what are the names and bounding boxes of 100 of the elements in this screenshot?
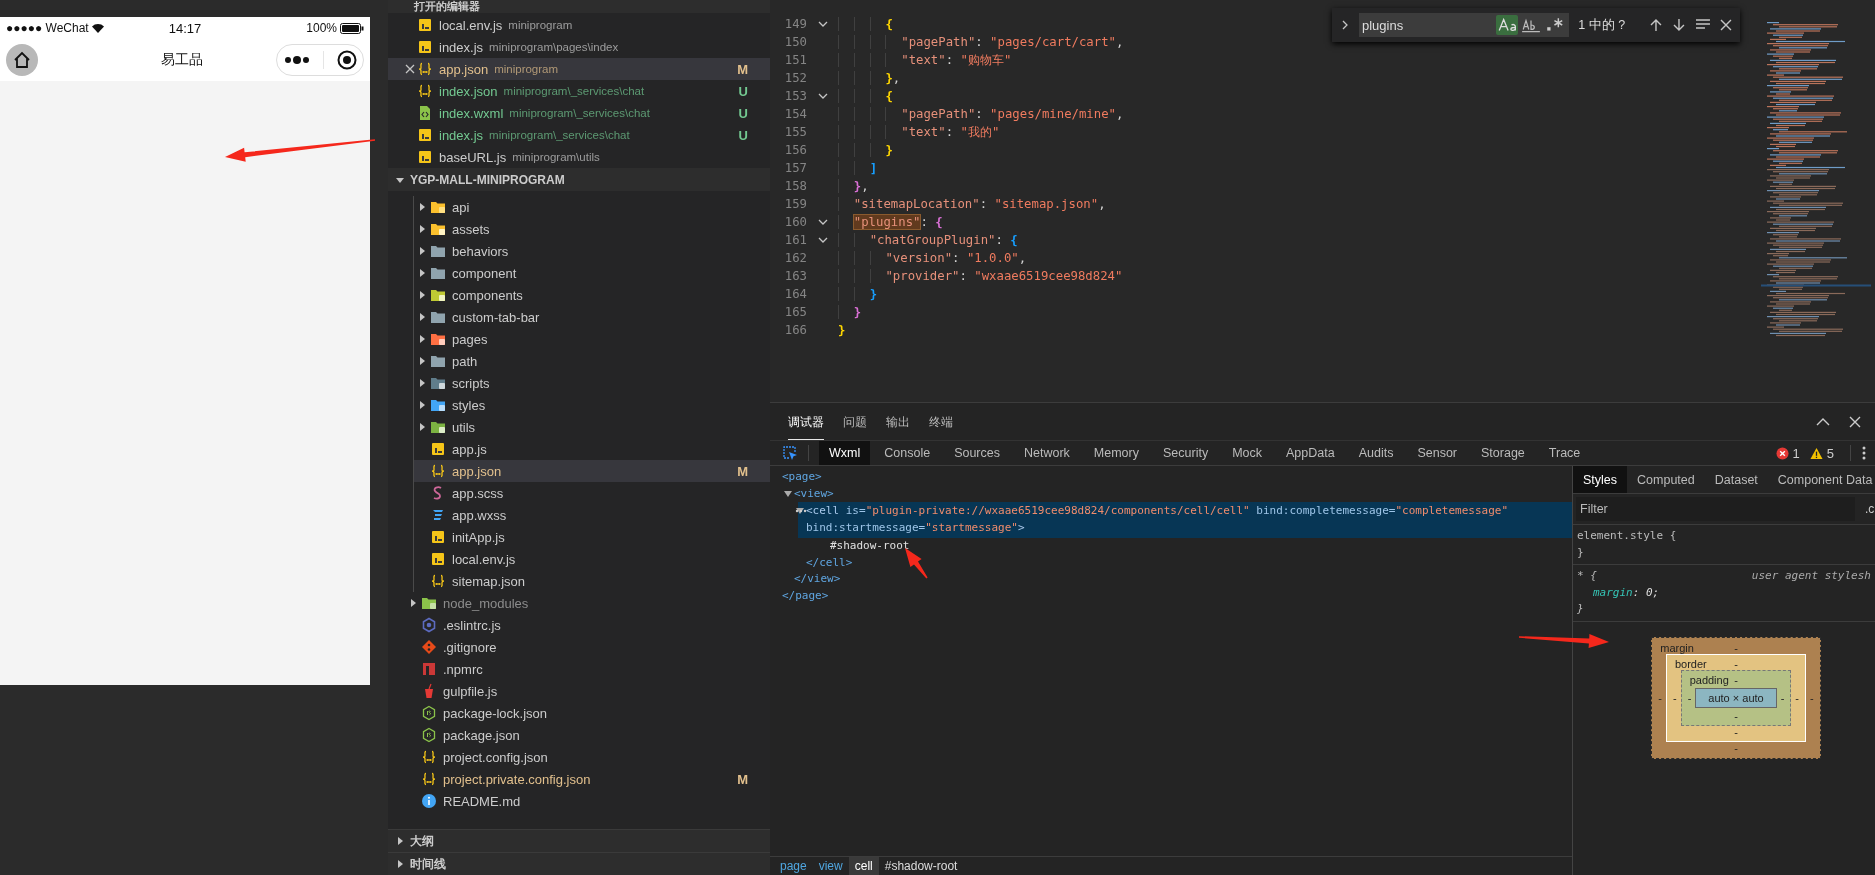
tool-tab[interactable]: Security (1153, 441, 1219, 465)
target-icon[interactable] (336, 50, 357, 70)
tool-tab[interactable]: Memory (1083, 441, 1149, 465)
breadcrumb-item[interactable]: page (774, 857, 813, 875)
chevron-right-icon[interactable] (418, 247, 426, 255)
file-item[interactable]: app.json M (414, 460, 770, 482)
folder-item[interactable]: behaviors (414, 240, 770, 262)
chevron-right-icon[interactable] (418, 225, 426, 233)
chevron-right-icon[interactable] (418, 335, 426, 343)
file-item[interactable]: initApp.js (414, 526, 770, 548)
tool-tab[interactable]: Sensor (1407, 441, 1468, 465)
panel-tab[interactable]: 终端 (929, 403, 953, 440)
chevron-right-icon[interactable] (396, 860, 404, 868)
home-button[interactable] (6, 44, 38, 76)
file-item[interactable]: gulpfile.js (405, 680, 770, 702)
class-toggle-button[interactable]: .c (1865, 502, 1875, 516)
section-header[interactable]: 大纲 (388, 829, 770, 852)
tool-tab[interactable]: Trace (1538, 441, 1591, 465)
chevron-down-icon[interactable] (396, 175, 404, 184)
file-item[interactable]: sitemap.json (414, 570, 770, 592)
tool-tab[interactable]: Storage (1471, 441, 1535, 465)
folder-item[interactable]: styles (414, 394, 770, 416)
chevron-right-icon[interactable] (409, 599, 417, 607)
file-item[interactable]: app.js (414, 438, 770, 460)
expand-arrow-icon[interactable] (796, 507, 804, 516)
file-item[interactable]: package.json (405, 724, 770, 746)
element-tag[interactable]: <page> (782, 469, 822, 486)
folder-item[interactable]: component (414, 262, 770, 284)
lines-icon[interactable] (1695, 18, 1712, 32)
file-item[interactable]: .npmrc (405, 658, 770, 680)
chevron-right-icon[interactable] (418, 313, 426, 321)
file-item[interactable]: package-lock.json (405, 702, 770, 724)
tool-tab[interactable]: Wxml (819, 441, 871, 465)
styles-tab[interactable]: Styles (1573, 466, 1628, 493)
folder-item[interactable]: scripts (414, 372, 770, 394)
chevron-right-icon[interactable] (418, 401, 426, 409)
fold-icon[interactable] (818, 20, 828, 28)
tool-tab[interactable]: AppData (1276, 441, 1345, 465)
tool-tab[interactable]: Sources (944, 441, 1010, 465)
open-editor-item[interactable]: index.json miniprogram\_services\chat U (388, 80, 770, 102)
file-item[interactable]: project.private.config.json M (405, 768, 770, 790)
breadcrumb-item[interactable]: view (812, 857, 849, 875)
styles-tab[interactable]: Computed (1627, 466, 1705, 493)
close-icon[interactable] (1720, 19, 1732, 31)
open-editor-item[interactable]: index.wxml miniprogram\_services\chat U (388, 102, 770, 124)
open-editor-item[interactable]: baseURL.js miniprogram\utils (388, 146, 770, 168)
filter-field[interactable]: Filter (1576, 497, 1855, 521)
chevron-right-icon[interactable] (418, 357, 426, 365)
section-header[interactable]: 打开的编辑器 (388, 0, 770, 13)
more-icon[interactable] (283, 55, 310, 65)
chevron-right-icon[interactable] (418, 423, 426, 431)
folder-item[interactable]: pages (414, 328, 770, 350)
file-item[interactable]: local.env.js (414, 548, 770, 570)
folder-item[interactable]: assets (414, 218, 770, 240)
styles-tab[interactable]: Component Data (1767, 466, 1875, 493)
panel-tab[interactable]: 调试器 (788, 403, 824, 440)
fold-icon[interactable] (818, 218, 828, 226)
open-editor-item[interactable]: index.js miniprogram\pages\index (388, 36, 770, 58)
section-header[interactable]: YGP-MALL-MINIPROGRAM (388, 168, 770, 191)
open-editor-item[interactable]: local.env.js miniprogram (388, 14, 770, 36)
file-item[interactable]: .eslintrc.js (405, 614, 770, 636)
file-item[interactable]: .gitignore (405, 636, 770, 658)
arrow-down-icon[interactable] (1672, 18, 1687, 32)
tool-tab[interactable]: Console (874, 441, 941, 465)
breadcrumb-item[interactable]: cell (848, 857, 879, 875)
chevron-right-icon[interactable] (418, 203, 426, 211)
folder-item[interactable]: api (414, 196, 770, 218)
close-icon[interactable] (405, 64, 415, 74)
chevron-right-icon[interactable] (396, 837, 404, 845)
kebab-menu-icon[interactable] (1861, 445, 1867, 461)
chevron-right-icon[interactable] (418, 269, 426, 277)
chevron-up-icon[interactable] (1816, 416, 1830, 427)
styles-tab[interactable]: Dataset (1704, 466, 1768, 493)
section-header[interactable]: 时间线 (388, 852, 770, 875)
folder-item[interactable]: path (414, 350, 770, 372)
arrow-up-icon[interactable] (1649, 18, 1664, 32)
breadcrumb-item[interactable]: #shadow-root (878, 857, 964, 875)
chevron-right-icon[interactable] (418, 291, 426, 299)
open-editor-item[interactable]: app.json miniprogram M (388, 58, 770, 80)
tool-tab[interactable]: Mock (1222, 441, 1272, 465)
shadow-root-node[interactable]: #shadow-root (818, 537, 910, 555)
folder-item[interactable]: custom-tab-bar (414, 306, 770, 328)
panel-tab[interactable]: 输出 (886, 403, 910, 440)
folder-item[interactable]: node_modules (405, 592, 770, 614)
fold-icon[interactable] (818, 92, 828, 100)
element-tag[interactable]: <view> (794, 485, 834, 503)
folder-item[interactable]: utils (414, 416, 770, 438)
chevron-right-icon[interactable] (418, 379, 426, 387)
file-item[interactable]: README.md (405, 790, 770, 812)
panel-tab[interactable]: 问题 (843, 403, 867, 440)
expand-arrow-icon[interactable] (784, 489, 792, 498)
folder-item[interactable]: components (414, 284, 770, 306)
find-field[interactable]: plugins (1358, 13, 1570, 37)
chevron-right-icon[interactable] (1340, 20, 1350, 30)
tool-tab[interactable]: Network (1014, 441, 1080, 465)
file-item[interactable]: app.wxss (414, 504, 770, 526)
inspect-icon[interactable] (782, 445, 798, 461)
tool-tab[interactable]: Audits (1348, 441, 1404, 465)
file-item[interactable]: app.scss (414, 482, 770, 504)
match-case-icon[interactable] (1496, 15, 1519, 35)
